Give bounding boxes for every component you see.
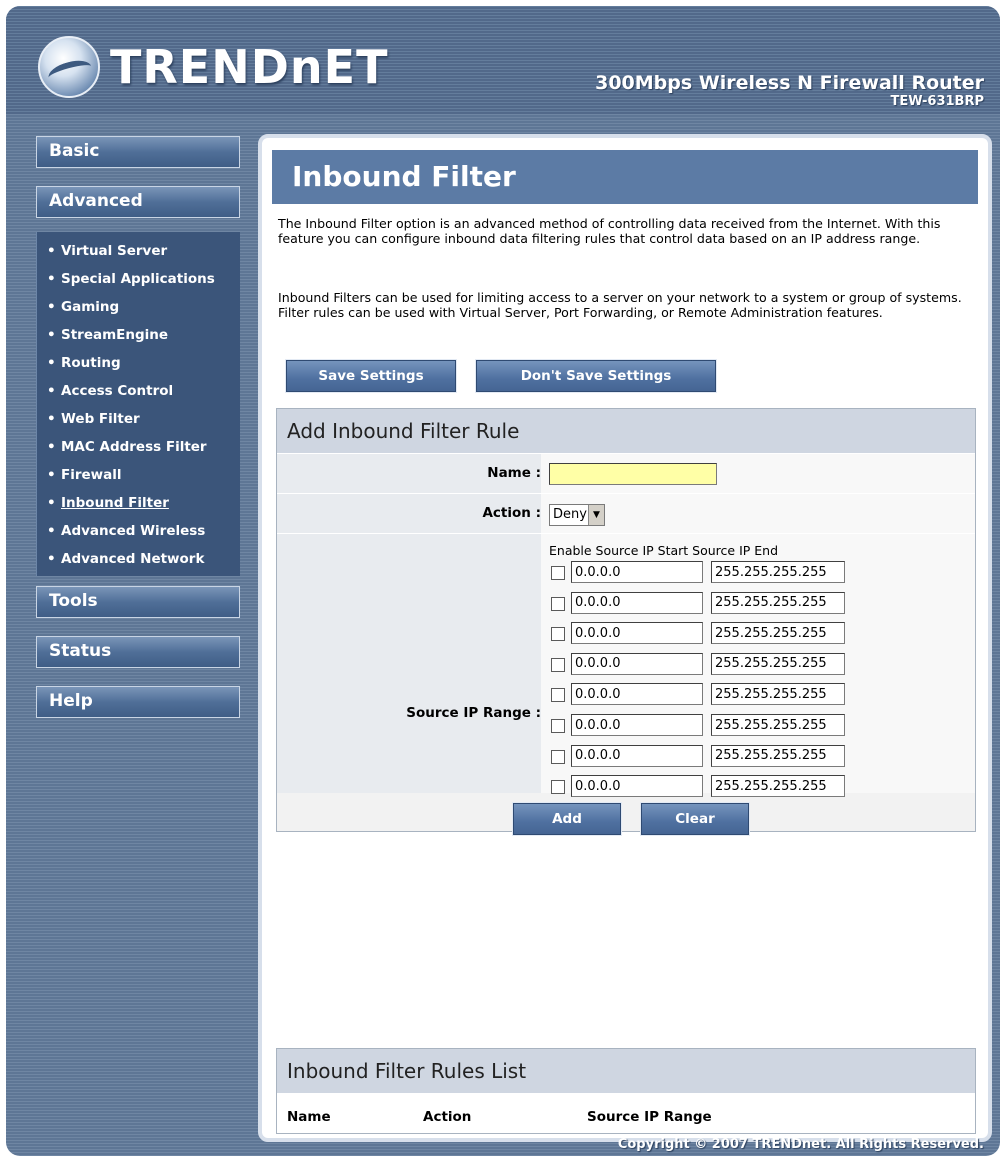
bullet-icon: • (47, 467, 56, 483)
action-select[interactable]: Deny ▼ (549, 504, 605, 526)
bullet-icon: • (47, 551, 56, 567)
enable-checkbox[interactable] (551, 688, 565, 703)
nav-advanced[interactable]: Advanced (36, 186, 240, 218)
dont-save-settings-button[interactable]: Don't Save Settings (475, 359, 717, 393)
enable-checkbox[interactable] (551, 657, 565, 672)
source-ip-end-input[interactable] (711, 775, 845, 798)
enable-checkbox[interactable] (551, 780, 565, 795)
add-rule-section: Add Inbound Filter Rule Name : Action : … (276, 408, 976, 836)
page-frame: TRENDnET 300Mbps Wireless N Firewall Rou… (6, 6, 1000, 1156)
sidebar-item-label: Advanced Wireless (61, 523, 206, 539)
sidebar-item-label: Gaming (61, 299, 120, 315)
rules-list-heading: Inbound Filter Rules List (277, 1049, 975, 1093)
source-ip-start-input[interactable] (571, 775, 703, 798)
bullet-icon: • (47, 243, 56, 259)
sidebar-item-label: MAC Address Filter (61, 439, 207, 455)
nav-status[interactable]: Status (36, 636, 240, 668)
source-ip-start-input[interactable] (571, 652, 703, 675)
sidebar-item-label: Firewall (61, 467, 122, 483)
sidebar-item-label: Special Applications (61, 271, 215, 287)
save-settings-button[interactable]: Save Settings (285, 359, 457, 393)
source-ip-end-input[interactable] (711, 714, 845, 736)
sidebar-item-label: Routing (61, 355, 121, 371)
source-ip-start-input[interactable] (571, 744, 703, 767)
sidebar-item-streamengine[interactable]: • StreamEngine (37, 321, 240, 349)
bullet-icon: • (47, 327, 56, 343)
sidebar-item-mac-address-filter[interactable]: • MAC Address Filter (37, 433, 240, 461)
brand-logo-text: TRENDnET (110, 40, 389, 94)
page-title: Inbound Filter (272, 150, 978, 204)
bullet-icon: • (47, 523, 56, 539)
source-ip-end-input[interactable] (711, 591, 845, 614)
enable-checkbox[interactable] (551, 627, 565, 642)
nav-help[interactable]: Help (36, 686, 240, 718)
copyright: Copyright © 2007 TRENDnet. All Rights Re… (617, 1137, 984, 1152)
add-button[interactable]: Add (512, 802, 622, 836)
bullet-icon: • (47, 299, 56, 315)
source-ip-start-input[interactable] (571, 683, 703, 706)
sidebar-item-virtual-server[interactable]: • Virtual Server (37, 237, 240, 265)
source-ip-start-input[interactable] (571, 714, 703, 736)
sidebar-item-inbound-filter[interactable]: • Inbound Filter (37, 489, 240, 517)
bullet-icon: • (47, 355, 56, 371)
sidebar-item-label: Inbound Filter (61, 495, 169, 511)
sidebar-item-advanced-wireless[interactable]: • Advanced Wireless (37, 517, 240, 545)
col-header-action: Action (423, 1109, 472, 1125)
header: TRENDnET 300Mbps Wireless N Firewall Rou… (6, 6, 1000, 114)
product-title: 300Mbps Wireless N Firewall Router (595, 72, 984, 94)
sidebar-item-label: Web Filter (61, 411, 140, 427)
nav-tools[interactable]: Tools (36, 586, 240, 618)
sidebar-item-special-applications[interactable]: • Special Applications (37, 265, 240, 293)
trendnet-logo-icon (38, 36, 100, 98)
sidebar-item-label: Access Control (61, 383, 174, 399)
source-ip-start-input[interactable] (571, 591, 703, 614)
enable-checkbox[interactable] (551, 749, 565, 764)
source-ip-end-input[interactable] (711, 561, 845, 583)
bullet-icon: • (47, 495, 56, 511)
col-header-source-ip-range: Source IP Range (587, 1109, 712, 1125)
bullet-icon: • (47, 271, 56, 287)
enable-checkbox[interactable] (551, 566, 565, 580)
sidebar-item-gaming[interactable]: • Gaming (37, 293, 240, 321)
source-ip-label: Source IP Range : (406, 705, 541, 721)
product-model: TEW-631BRP (890, 94, 984, 109)
nav-basic[interactable]: Basic (36, 136, 240, 168)
advanced-submenu: • Virtual Server • Special Applications • Gam… (36, 232, 240, 576)
description-1: The Inbound Filter option is an advanced… (278, 216, 941, 246)
name-input[interactable] (549, 463, 717, 485)
source-ip-end-input[interactable] (711, 622, 845, 645)
source-ip-end-input[interactable] (711, 652, 845, 675)
clear-button[interactable]: Clear (640, 802, 750, 836)
content-panel: Inbound Filter The Inbound Filter option… (258, 134, 992, 1142)
action-select-value: Deny (553, 507, 587, 522)
sidebar-item-label: Virtual Server (61, 243, 168, 259)
sidebar-item-advanced-network[interactable]: • Advanced Network (37, 545, 240, 573)
enable-checkbox[interactable] (551, 596, 565, 611)
bullet-icon: • (47, 411, 56, 427)
action-label: Action : (482, 505, 541, 521)
chevron-down-icon[interactable]: ▼ (588, 505, 604, 525)
sidebar-item-label: StreamEngine (61, 327, 169, 343)
description-2: Inbound Filters can be used for limiting… (278, 290, 962, 320)
source-ip-start-input[interactable] (571, 622, 703, 645)
source-columns-header: Enable Source IP Start Source IP End (549, 543, 779, 558)
bullet-icon: • (47, 439, 56, 455)
name-label: Name : (487, 465, 541, 481)
source-ip-end-input[interactable] (711, 744, 845, 767)
sidebar-item-routing[interactable]: • Routing (37, 349, 240, 377)
sidebar-item-firewall[interactable]: • Firewall (37, 461, 240, 489)
action-row-value-cell (541, 494, 975, 533)
col-header-name: Name (287, 1109, 331, 1125)
sidebar-item-web-filter[interactable]: • Web Filter (37, 405, 240, 433)
source-ip-start-input[interactable] (571, 561, 703, 583)
enable-checkbox[interactable] (551, 719, 565, 733)
sidebar-item-label: Advanced Network (61, 551, 205, 567)
sidebar-item-access-control[interactable]: • Access Control (37, 377, 240, 405)
add-rule-heading: Add Inbound Filter Rule (277, 409, 975, 453)
bullet-icon: • (47, 383, 56, 399)
source-ip-end-input[interactable] (711, 683, 845, 706)
rules-list-section: Inbound Filter Rules List Name Action So… (276, 1048, 976, 1134)
